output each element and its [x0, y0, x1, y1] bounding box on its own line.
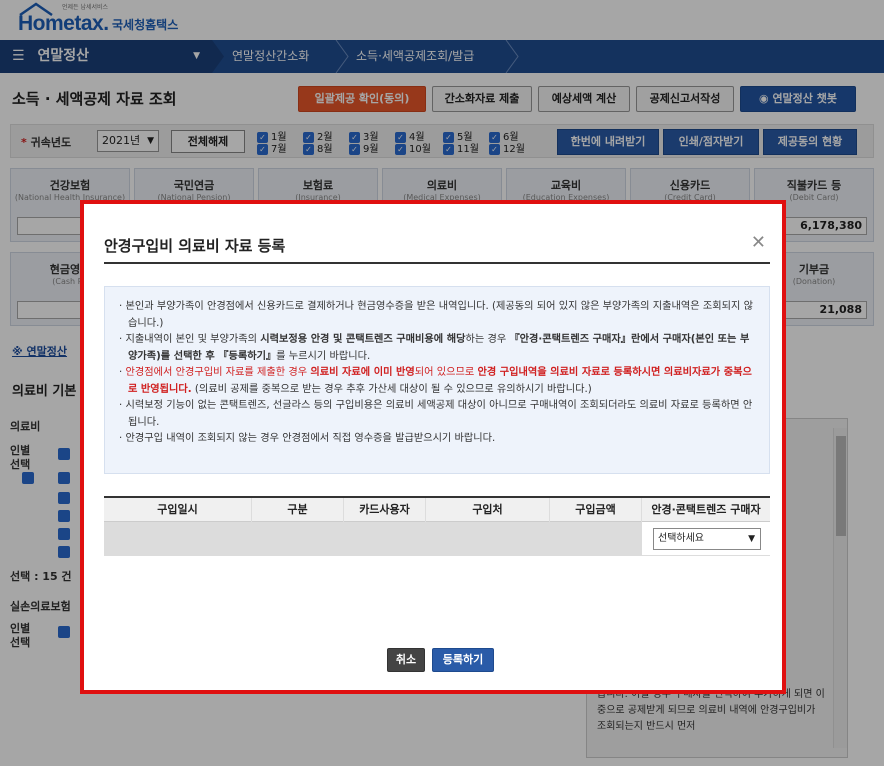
chevron-down-icon: ▼: [748, 534, 755, 544]
notice-item: · 지출내역이 본인 및 부양가족의 시력보정용 안경 및 콘택트렌즈 구매비용…: [119, 334, 750, 362]
col-buyer: 안경·콘택트렌즈 구매자: [651, 503, 761, 516]
col-amount: 구입금액: [550, 498, 642, 522]
notice-item: · 안경점에서 안경구입비 자료를 제출한 경우 의료비 자료에 이미 반영되어…: [119, 367, 752, 395]
notice-box: · 본인과 부양가족이 안경점에서 신용카드로 결제하거나 현금영수증을 받은 …: [104, 286, 770, 474]
col-type: 구분: [252, 498, 344, 522]
cancel-button[interactable]: 취소: [387, 648, 425, 672]
notice-item: · 본인과 부양가족이 안경점에서 신용카드로 결제하거나 현금영수증을 받은 …: [119, 301, 753, 329]
modal-title: 안경구입비 의료비 자료 등록: [104, 237, 286, 255]
notice-item: · 시력보정 기능이 없는 콘택트렌즈, 선글라스 등의 구입비용은 의료비 세…: [119, 400, 753, 428]
register-button[interactable]: 등록하기: [432, 648, 494, 672]
redacted-cells: [104, 522, 642, 556]
table-header: 구입일시 구분 카드사용자 구입처 구입금액 안경·콘택트렌즈 구매자: [104, 496, 770, 522]
purchase-table: 구입일시 구분 카드사용자 구입처 구입금액 안경·콘택트렌즈 구매자 선택하세…: [104, 496, 770, 584]
modal-divider: [104, 262, 770, 264]
notice-item: · 안경구입 내역이 조회되지 않는 경우 안경점에서 직접 영수증을 발급받으…: [119, 433, 496, 444]
col-purchase-date: 구입일시: [104, 498, 252, 522]
col-store: 구입처: [426, 498, 550, 522]
eyeglass-register-modal: 안경구입비 의료비 자료 등록 ✕ · 본인과 부양가족이 안경점에서 신용카드…: [80, 200, 786, 694]
buyer-select[interactable]: 선택하세요 ▼: [653, 528, 761, 550]
table-row: 선택하세요 ▼: [104, 522, 770, 556]
col-card-user: 카드사용자: [344, 498, 426, 522]
close-icon[interactable]: ✕: [751, 234, 766, 252]
